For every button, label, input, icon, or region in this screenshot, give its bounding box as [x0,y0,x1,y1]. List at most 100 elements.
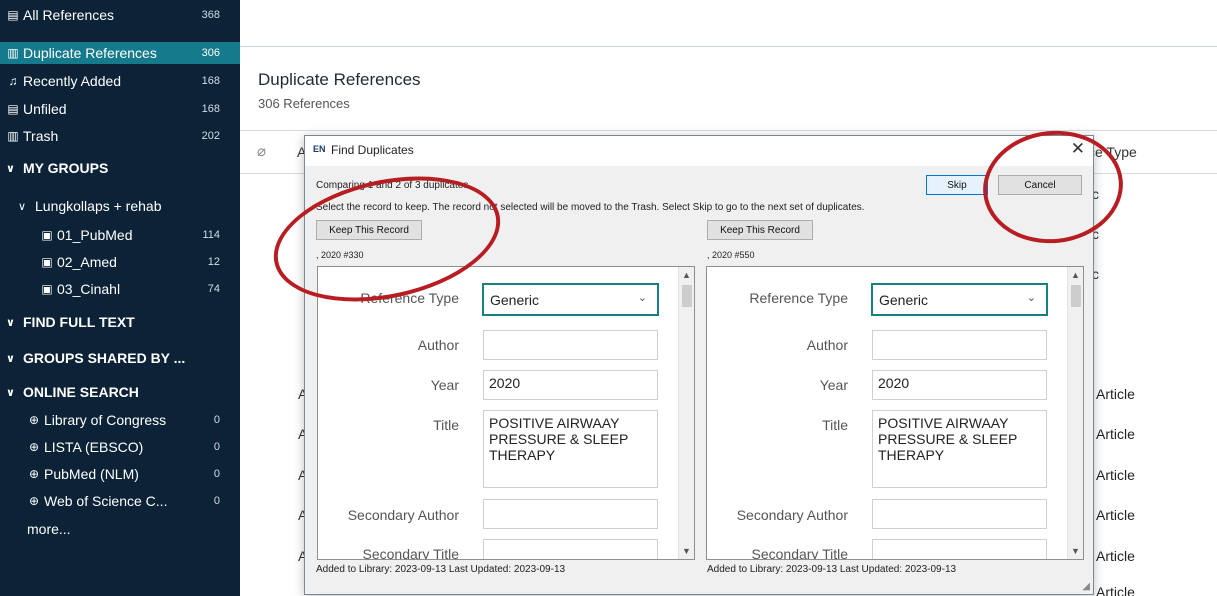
sidebar-group-cinahl[interactable]: ▣ 03_Cinahl 74 [0,278,240,300]
year-label: Year [430,377,459,393]
sidebar-item-label: Duplicate References [23,45,157,61]
resize-grip-icon[interactable]: ◢ [1082,581,1090,592]
scroll-up-icon[interactable]: ▲ [682,270,691,280]
sidebar-online-pubmed[interactable]: ⊕ PubMed (NLM) 0 [0,463,240,485]
scroll-up-icon[interactable]: ▲ [1071,270,1080,280]
sidebar-online-web-of-science[interactable]: ⊕ Web of Science C... 0 [0,490,240,512]
globe-icon: ⊕ [28,440,40,454]
table-cell-reference-type: Article [1096,584,1135,596]
chevron-down-icon: ∨ [18,200,27,213]
keep-right-record-button[interactable]: Keep This Record [707,220,813,240]
author-field[interactable] [483,330,658,360]
reference-type-label: Reference Type [360,290,459,306]
reference-type-value: Generic [490,292,540,308]
sidebar-item-unfiled[interactable]: ▤ Unfiled 168 [0,98,240,120]
group-label: 02_Amed [57,254,117,270]
group-set-label: Lungkollaps + rehab [35,198,162,214]
secondary-author-field[interactable] [483,499,658,529]
page-title: Duplicate References [258,70,421,89]
sidebar-item-label: Recently Added [23,73,122,89]
close-icon[interactable]: ✕ [1071,139,1085,159]
sidebar-section-groups-shared[interactable]: ∨ GROUPS SHARED BY ... [6,350,185,366]
comparing-status: Comparing 1 and 2 of 3 duplicates. [316,180,472,191]
sidebar-group-pubmed[interactable]: ▣ 01_PubMed 114 [0,224,240,246]
secondary-author-field[interactable] [872,499,1047,529]
right-panel-scrollbar[interactable]: ▲ ▼ [1067,267,1083,559]
secondary-title-label: Secondary Title [751,546,849,560]
title-field[interactable]: POSITIVE AIRWAAY PRESSURE & SLEEP THERAP… [872,410,1047,488]
column-header-reference-type[interactable]: ce Type [1088,144,1137,160]
globe-icon: ⊕ [28,413,40,427]
scroll-thumb[interactable] [1071,285,1081,307]
right-record-panel: Reference Type Generic ⌄ Author Year 202… [706,266,1084,560]
group-icon: ▣ [41,228,53,242]
duplicate-icon: ▥ [7,46,19,60]
online-label: PubMed (NLM) [44,466,139,482]
sidebar-online-lista[interactable]: ⊕ LISTA (EBSCO) 0 [0,436,240,458]
online-label: Library of Congress [44,412,167,428]
sidebar-item-label: All References [23,7,115,23]
sidebar-item-count: 202 [201,130,220,142]
scroll-down-icon[interactable]: ▼ [682,546,691,556]
reference-type-select[interactable]: Generic ⌄ [871,283,1048,316]
secondary-title-field[interactable] [483,539,658,559]
title-field[interactable]: POSITIVE AIRWAAY PRESSURE & SLEEP THERAP… [483,410,658,488]
table-cell-reference-type: Article [1096,507,1135,523]
table-cell-reference-type: Article [1096,548,1135,564]
cancel-button[interactable]: Cancel [998,175,1082,195]
sidebar-item-recently-added[interactable]: ♫ Recently Added 168 [0,70,240,92]
bell-icon: ♫ [8,74,18,88]
document-icon: ▤ [7,102,19,116]
secondary-author-label: Secondary Author [347,507,459,523]
dialog-titlebar[interactable]: EN Find Duplicates ✕ [305,136,1093,166]
online-count: 0 [213,495,220,507]
sidebar-item-all-references[interactable]: ▤ All References 368 [0,4,240,26]
sidebar-section-my-groups[interactable]: ∨ MY GROUPS [6,160,108,176]
left-record-dates: Added to Library: 2023-09-13 Last Update… [316,564,566,575]
sidebar-group-set[interactable]: ∨ Lungkollaps + rehab [0,195,240,217]
sidebar-item-count: 306 [201,47,220,59]
left-record-label: , 2020 #330 [316,250,364,260]
scroll-thumb[interactable] [682,285,692,307]
right-record-label: , 2020 #550 [707,250,755,260]
chevron-down-icon: ∨ [6,316,15,329]
skip-button[interactable]: Skip [926,175,988,195]
keep-left-record-button[interactable]: Keep This Record [316,220,422,240]
chevron-down-icon: ∨ [6,352,15,365]
author-field[interactable] [872,330,1047,360]
reference-count: 306 References [258,96,350,111]
group-count: 74 [207,283,220,295]
sidebar-item-trash[interactable]: ▥ Trash 202 [0,125,240,147]
chevron-down-icon: ∨ [6,162,15,175]
sidebar: ▤ All References 368 ▥ Duplicate Referen… [0,0,240,596]
sidebar-section-find-full-text[interactable]: ∨ FIND FULL TEXT [6,314,135,330]
sidebar-more-link[interactable]: more... [0,518,240,540]
online-count: 0 [213,468,220,480]
reference-type-label: Reference Type [749,290,848,306]
title-label: Title [433,417,459,433]
year-field[interactable]: 2020 [483,370,658,400]
table-cell-reference-type: Article [1096,386,1135,402]
find-duplicates-dialog: EN Find Duplicates ✕ Comparing 1 and 2 o… [304,135,1094,595]
online-count: 0 [213,414,220,426]
year-field[interactable]: 2020 [872,370,1047,400]
scroll-down-icon[interactable]: ▼ [1071,546,1080,556]
sidebar-item-duplicate-references[interactable]: ▥ Duplicate References 306 [0,42,240,64]
sidebar-item-label: Trash [23,128,59,144]
online-label: Web of Science C... [44,493,168,509]
chevron-down-icon: ∨ [6,386,15,399]
globe-icon: ⊕ [28,494,40,508]
endnote-logo-icon: EN [313,144,326,154]
left-panel-scrollbar[interactable]: ▲ ▼ [678,267,694,559]
paperclip-icon[interactable]: ⌀ [257,142,266,160]
table-cell-reference-type: Article [1096,426,1135,442]
reference-type-select[interactable]: Generic ⌄ [482,283,659,316]
secondary-author-label: Secondary Author [736,507,848,523]
sidebar-group-amed[interactable]: ▣ 02_Amed 12 [0,251,240,273]
sidebar-section-online-search[interactable]: ∨ ONLINE SEARCH [6,384,139,400]
group-icon: ▣ [41,255,53,269]
sidebar-online-library-of-congress[interactable]: ⊕ Library of Congress 0 [0,409,240,431]
more-label: more... [27,521,71,537]
sidebar-item-count: 168 [201,75,220,87]
secondary-title-field[interactable] [872,539,1047,559]
